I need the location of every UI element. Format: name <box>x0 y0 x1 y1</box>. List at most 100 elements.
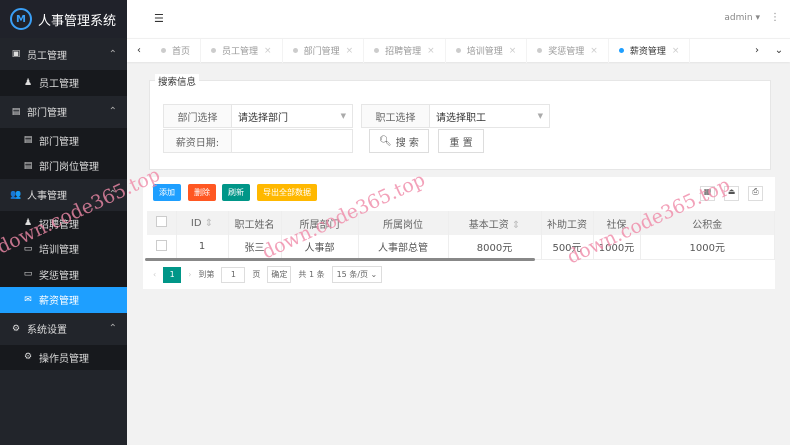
cell: 1000元 <box>593 235 641 260</box>
label: 员工管理 <box>27 50 67 62</box>
sidebar-item-reward[interactable]: ▭ 奖惩管理 <box>0 261 127 287</box>
sidebar-item-salary[interactable]: ✉ 薪资管理 <box>0 287 127 313</box>
sort-icon[interactable]: ⇕ <box>512 220 520 231</box>
page-input[interactable]: 1 <box>221 266 246 283</box>
chevron-up-icon: ⌃ <box>108 189 117 200</box>
tab-dot <box>455 48 461 53</box>
dept-select[interactable]: 部门选择 请选择部门 ▼ <box>163 104 353 128</box>
label: ID <box>190 217 202 229</box>
gears-icon: ⚙ <box>23 352 33 363</box>
refresh-button[interactable]: 刷新 <box>222 184 250 201</box>
user-menu[interactable]: admin ▾ <box>724 13 760 23</box>
tab-reward[interactable]: 奖惩管理 × <box>527 38 609 63</box>
close-icon[interactable]: × <box>509 46 517 56</box>
tab-label: 奖惩管理 <box>548 47 585 57</box>
employee-select[interactable]: 职工选择 请选择职工 ▼ <box>361 104 550 128</box>
sidebar-group-employee[interactable]: ▣ 员工管理 ⌃ <box>0 38 127 70</box>
tab-employee[interactable]: 员工管理 × <box>201 38 283 63</box>
sidebar-item-dept-post[interactable]: ▤ 部门岗位管理 <box>0 153 127 179</box>
date-label: 薪资日期: <box>164 130 232 152</box>
sort-icon[interactable]: ⇕ <box>205 218 213 229</box>
tab-dropdown-icon[interactable]: ⌄ <box>768 45 790 56</box>
row-checkbox[interactable] <box>147 235 177 260</box>
tab-dot <box>211 48 217 53</box>
tab-scroll-right-icon[interactable]: › <box>746 45 768 56</box>
table-header-row: ID ⇕ 职工姓名 所属部门 所属岗位 基本工资 ⇕ 补助工资 社保 公积金 <box>147 211 775 235</box>
search-button[interactable]: 🔍︎ 搜 索 <box>369 129 429 153</box>
username: admin <box>724 13 753 23</box>
cell: 人事部总管 <box>358 235 449 260</box>
sidebar-item-dept[interactable]: ▤ 部门管理 <box>0 127 127 153</box>
salary-date-field[interactable]: 薪资日期: <box>163 129 353 153</box>
tab-salary[interactable]: 薪资管理 × <box>609 38 691 63</box>
users-icon: 👥 <box>10 189 22 200</box>
menu-toggle-icon[interactable]: ☰ <box>154 12 164 25</box>
print-icon[interactable]: ⎙ <box>748 186 763 201</box>
sidebar-group-dept[interactable]: ▤ 部门管理 ⌃ <box>0 96 127 128</box>
label: 部门岗位管理 <box>39 162 99 174</box>
reset-button[interactable]: 重 置 <box>438 129 484 153</box>
close-icon[interactable]: × <box>590 46 598 56</box>
sidebar-item-employee[interactable]: ♟ 员工管理 <box>0 70 127 96</box>
horizontal-scrollbar[interactable] <box>145 258 535 261</box>
prev-page-icon[interactable]: ‹ <box>153 270 156 279</box>
sidebar-item-recruit[interactable]: ♟ 招聘管理 <box>0 210 127 236</box>
label: 人事管理 <box>27 191 67 202</box>
monitor-icon: ▭ <box>23 269 33 280</box>
tab-recruit[interactable]: 招聘管理 × <box>364 38 446 63</box>
close-icon[interactable]: × <box>672 46 680 56</box>
label: 奖惩管理 <box>39 270 79 282</box>
tab-training[interactable]: 培训管理 × <box>446 38 528 63</box>
dept-value: 请选择部门 <box>238 112 288 124</box>
table-row: 1 张三 人事部 人事部总管 8000元 500元 1000元 1000元 <box>147 235 775 260</box>
col-id[interactable]: ID ⇕ <box>176 211 229 235</box>
export-all-button[interactable]: 导出全部数据 <box>257 184 317 201</box>
sidebar-group-system[interactable]: ⚙ 系统设置 ⌃ <box>0 313 127 345</box>
sidebar-group-hr[interactable]: 👥 人事管理 ⌃ <box>0 179 127 211</box>
col-base-salary[interactable]: 基本工资 ⇕ <box>448 211 542 235</box>
sidebar-item-operator[interactable]: ⚙ 操作员管理 <box>0 344 127 370</box>
cell: 1 <box>176 235 229 260</box>
sidebar-item-training[interactable]: ▭ 培训管理 <box>0 236 127 262</box>
tab-label: 薪资管理 <box>629 47 666 57</box>
label: 部门管理 <box>39 136 79 148</box>
tab-dept[interactable]: 部门管理 × <box>283 38 365 63</box>
close-icon[interactable]: × <box>346 46 354 56</box>
tab-bar: ‹ 首页 员工管理 × 部门管理 × 招聘管理 × 培训管理 × 奖惩管理 × 薪资管理 ×… <box>127 38 790 63</box>
user-plus-icon: ♟ <box>23 218 33 229</box>
chevron-up-icon: ⌃ <box>108 323 117 334</box>
select-all-checkbox[interactable] <box>147 211 177 235</box>
date-input[interactable] <box>232 130 352 152</box>
more-icon[interactable]: ⋮ <box>770 12 780 23</box>
tab-scroll-left-icon[interactable]: ‹ <box>127 45 151 56</box>
employee-value: 请选择职工 <box>436 112 486 124</box>
page-size-select[interactable]: 15 条/页 ⌄ <box>331 266 383 283</box>
search-panel: 搜索信息 部门选择 请选择部门 ▼ 职工选择 请选择职工 ▼ 薪资日期: 🔍︎ 搜 索 重… <box>143 72 775 170</box>
search-legend: 搜索信息 <box>155 74 200 88</box>
current-page[interactable]: 1 <box>163 266 182 283</box>
chevron-up-icon: ⌃ <box>108 106 117 117</box>
delete-button[interactable]: 删除 <box>188 184 216 201</box>
tab-label: 招聘管理 <box>385 47 422 57</box>
add-button[interactable]: 添加 <box>153 184 181 201</box>
cell: 500元 <box>541 235 594 260</box>
export-icon[interactable]: ⏏ <box>724 186 739 201</box>
confirm-button[interactable]: 确定 <box>267 266 292 283</box>
vcard-icon: ▤ <box>23 135 33 146</box>
chevron-up-icon: ⌃ <box>108 48 117 60</box>
tab-label: 员工管理 <box>222 47 259 57</box>
envelope-icon: ✉ <box>24 294 32 305</box>
employee-label: 职工选择 <box>362 105 430 127</box>
tab-home[interactable]: 首页 <box>151 38 202 63</box>
close-icon[interactable]: × <box>264 46 272 56</box>
columns-icon[interactable]: ▦ <box>700 186 715 201</box>
logo[interactable]: M 人事管理系统 <box>0 0 127 38</box>
next-page-icon[interactable]: › <box>188 270 191 279</box>
logo-icon: M <box>10 8 32 30</box>
table-panel: 添加 删除 刷新 导出全部数据 ▦ ⏏ ⎙ ID ⇕ 职工姓名 所属部门 所属岗… <box>143 177 775 289</box>
caret-down-icon: ▼ <box>340 112 346 120</box>
app-title: 人事管理系统 <box>38 13 117 29</box>
close-icon[interactable]: × <box>427 46 435 56</box>
total-count: 共 1 条 <box>298 270 325 279</box>
vcard-icon: ▤ <box>23 160 33 171</box>
